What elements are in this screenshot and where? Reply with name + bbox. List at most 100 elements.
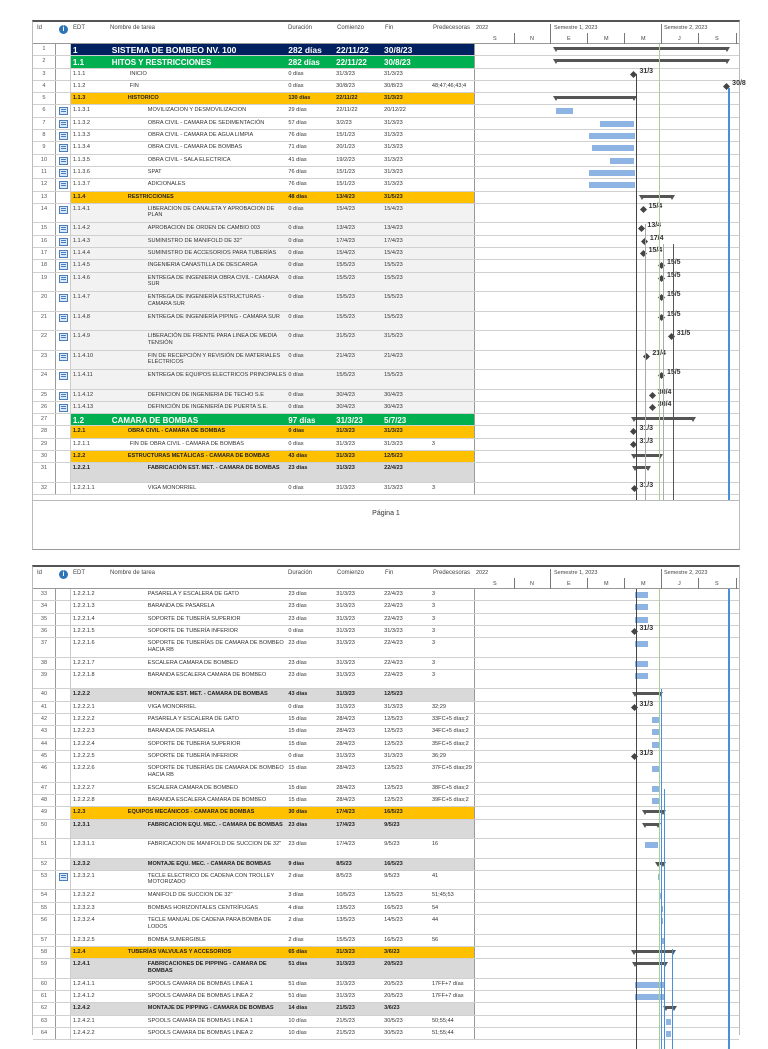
task-name[interactable]: FABRICACION DE MANIFOLD DE SUCCION DE 32…	[108, 839, 288, 858]
task-name[interactable]: ENTREGA DE EQUIPOS ELECTRICOS PRINCIPALE…	[107, 370, 288, 389]
task-name[interactable]: INICIO	[108, 69, 288, 80]
table-row[interactable]: 1 1 SISTEMA DE BOMBEO NV. 100 282 días 22/11…	[33, 44, 739, 57]
task-name[interactable]: RESTRICCIONES	[107, 191, 288, 203]
task-name[interactable]: MONTAJE EQU. MEC. - CAMARA DE BOMBAS	[107, 858, 288, 870]
task-name[interactable]: PASARELA Y ESCALERA DE GATO	[108, 589, 288, 600]
task-name[interactable]: ESCALERA CAMARA DE BOMBEO	[108, 783, 288, 794]
task-bar[interactable]	[665, 1030, 672, 1037]
summary-bar[interactable]	[631, 454, 663, 460]
task-name[interactable]: VIGA MONORRIEL	[108, 483, 288, 494]
task-name[interactable]: DEFINICION DE INGENIERIA DE TECHO S.E	[107, 389, 288, 401]
task-name[interactable]: SPAT	[108, 167, 288, 178]
table-row[interactable]: 41 1.2.2.2.1 VIGA MONORRIEL 0 días 31/3/23 31…	[33, 701, 740, 715]
table-row[interactable]: 35 1.2.2.1.4 SOPORTE DE TUBERÍA SUPERIOR 23…	[33, 613, 740, 626]
task-name[interactable]: FIN DE OBRA CIVIL - CAMARA DE BOMBAS	[108, 439, 288, 450]
task-bar[interactable]	[555, 108, 573, 115]
task-name[interactable]: TECLE ELECTRICO DE CADENA CON TROLLEY MO…	[108, 871, 288, 890]
table-row[interactable]: 15 1.1.4.2 APROBACION DE ORDEN DE CAMBIO 0…	[33, 223, 740, 236]
table-row[interactable]: 9 1.1.3.4 OBRA CIVIL - CAMARA DE BOMBAS 71 …	[33, 142, 740, 155]
summary-bar[interactable]	[641, 822, 662, 828]
task-bar[interactable]	[600, 120, 635, 127]
table-row[interactable]: 22 1.1.4.9 LIBERACIÓN DE FRENTE PARA LINEA…	[33, 330, 740, 351]
table-row[interactable]: 4 1.1.2 FIN 0 días 30/8/23 30/8/23 48;47;46;43…	[33, 80, 746, 94]
task-name[interactable]: BARANDA ESCALERA CAMARA DE BOMBEO	[108, 670, 288, 689]
task-name[interactable]: LIBERACION DE CANALETA Y APROBACION DE P…	[107, 203, 288, 223]
summary-bar[interactable]	[639, 194, 675, 200]
table-row[interactable]: 39 1.2.2.1.8 BARANDA ESCALERA CAMARA DE BO…	[33, 669, 740, 690]
table-row[interactable]: 33 1.2.2.1.2 PASARELA Y ESCALERA DE GATO 23…	[33, 589, 740, 602]
task-name[interactable]: SPOOLS CAMARA DE BOMBAS LINEA 1	[108, 979, 288, 990]
table-row[interactable]: 28 1.2.1 OBRA CIVIL - CAMARA DE BOMBAS 0 dí…	[33, 426, 739, 439]
table-row[interactable]: 31 1.2.2.1 FABRICACIÓN EST. MET. - CAMARA …	[33, 463, 740, 483]
task-name[interactable]: EQUIPOS MECÁNICOS - CAMARA DE BOMBAS	[107, 807, 288, 819]
table-row[interactable]: 20 1.1.4.7 ENTREGA DE INGENIERÍA ESTRUCTUR…	[33, 291, 740, 312]
task-name[interactable]: HITOS Y RESTRICCIONES	[107, 56, 288, 68]
task-name[interactable]: BOMBA SUMERGIBLE	[108, 935, 288, 946]
table-row[interactable]: 11 1.1.3.6 SPAT 76 días 15/1/23 31/3/23	[33, 166, 740, 180]
task-name[interactable]: SOPORTE DE TUBERÍAS DE CAMARA DE BOMBEO …	[108, 763, 288, 782]
task-name[interactable]: DEFINICIÓN DE INGENIERÍA DE PUERTA S.E.	[107, 401, 288, 414]
task-name[interactable]: SOPORTE DE TUBERÍA SUPERIOR	[108, 614, 288, 625]
summary-bar[interactable]	[552, 47, 731, 52]
table-row[interactable]: 7 1.1.3.2 OBRA CIVIL - CAMARA DE SEDIMENTA…	[33, 117, 740, 131]
table-row[interactable]: 63 1.2.4.2.1 SPOOLS CAMARA DE BOMBAS LINEA…	[33, 1015, 740, 1028]
table-row[interactable]: 23 1.1.4.10 FIN DE RECEPCIÓN Y REVISIÓN DE…	[33, 350, 740, 371]
table-row[interactable]: 25 1.1.4.12 DEFINICION DE INGENIERIA DE TE…	[33, 389, 740, 402]
task-name[interactable]: TECLE MANUAL DE CADENA PARA BOMBA DE LOD…	[108, 915, 288, 934]
task-name[interactable]: SOPORTE DE TUBERÍA INFERIOR	[108, 626, 288, 637]
table-row[interactable]: 45 1.2.2.2.5 SOPORTE DE TUBERÍA INFERIOR 0 …	[33, 750, 740, 764]
table-row[interactable]: 55 1.2.3.2.3 BOMBAS HORIZONTALES CENTRÍFUG…	[33, 902, 740, 916]
table-row[interactable]: 42 1.2.2.2.2 PASARELA Y ESCALERA DE GATO 15…	[33, 714, 740, 727]
table-row[interactable]: 49 1.2.3 EQUIPOS MECÁNICOS - CAMARA DE BOM…	[33, 807, 739, 820]
task-name[interactable]: LIBERACIÓN DE FRENTE PARA LINEA DE MEDIA…	[107, 331, 288, 350]
table-row[interactable]: 46 1.2.2.2.6 SOPORTE DE TUBERÍAS DE CAMARA…	[33, 763, 740, 783]
task-name[interactable]: FABRICACIONES DE PIPPING - CAMARA DE BOM…	[107, 959, 288, 978]
table-row[interactable]: 61 1.2.4.1.2 SPOOLS CAMARA DE BOMBAS LINEA…	[33, 990, 740, 1004]
table-row[interactable]: 6 1.1.3.1 MOVILIZACION Y DESMOVILIZACION 29…	[33, 105, 740, 118]
table-row[interactable]: 21 1.1.4.8 ENTREGA DE INGENIERÍA PIPING - …	[33, 311, 740, 332]
task-name[interactable]: MONTAJE DE PIPPING - CAMARA DE BOMBAS	[107, 1003, 288, 1015]
task-name[interactable]: HISTORICO	[107, 93, 288, 105]
task-name[interactable]: MANIFOLD DE SUCCION DE 32"	[108, 890, 288, 901]
table-row[interactable]: 3 1.1.1 INICIO 0 días 31/3/23 31/3/23 31/3	[33, 68, 739, 81]
table-row[interactable]: 34 1.2.2.1.3 BARANDA DE PASARELA 23 días 31/…	[33, 601, 740, 614]
task-name[interactable]: SPOOLS CAMARA DE BOMBAS LINEA 2	[108, 991, 288, 1002]
task-bar[interactable]	[591, 145, 635, 152]
table-row[interactable]: 54 1.2.3.2.2 MANIFOLD DE SUCCION DE 32" 3 d…	[33, 890, 740, 903]
table-row[interactable]: 50 1.2.3.1 FABRICACION EQU. MEC. - CAMARA …	[33, 819, 740, 840]
table-row[interactable]: 53 1.2.3.2.1 TECLE ELECTRICO DE CADENA CON…	[33, 870, 740, 891]
table-row[interactable]: 59 1.2.4.1 FABRICACIONES DE PIPPING - CAMA…	[33, 959, 740, 979]
task-name[interactable]: BARANDA DE PASARELA	[108, 601, 288, 612]
table-row[interactable]: 24 1.1.4.11 ENTREGA DE EQUIPOS ELECTRICOS …	[33, 369, 740, 390]
table-row[interactable]: 44 1.2.2.2.4 SOPORTE DE TUBERIA SUPERIOR 15…	[33, 738, 740, 751]
task-name[interactable]: OBRA CIVIL - CAMARA DE BOMBAS	[108, 142, 288, 153]
table-row[interactable]: 64 1.2.4.2.2 SPOOLS CAMARA DE BOMBAS LINEA…	[33, 1027, 740, 1041]
task-name[interactable]: MOVILIZACION Y DESMOVILIZACION	[108, 105, 288, 116]
milestone-marker[interactable]	[648, 391, 656, 399]
task-bar[interactable]	[588, 182, 635, 189]
task-name[interactable]: BARANDA ESCALERA CAMARA DE BOMBEO	[108, 795, 288, 806]
table-row[interactable]: 37 1.2.2.1.6 SOPORTE DE TUBERÍAS DE CAMARA…	[33, 638, 740, 658]
table-row[interactable]: 2 1.1 HITOS Y RESTRICCIONES 282 días 22/11/2…	[33, 56, 739, 69]
task-name[interactable]: ENTREGA DE INGENIERIA OBRA CIVIL - CAMAR…	[107, 272, 288, 292]
table-row[interactable]: 26 1.1.4.13 DEFINICIÓN DE INGENIERÍA DE PU…	[33, 401, 740, 415]
task-name[interactable]: FABRICACION EQU. MEC. - CAMARA DE BOMBAS	[107, 819, 288, 839]
summary-bar[interactable]	[631, 949, 677, 955]
task-name[interactable]: CAMARA DE BOMBAS	[107, 414, 288, 426]
task-name[interactable]: SOPORTE DE TUBERÍAS DE CAMARA DE BOMBEO …	[108, 638, 288, 657]
table-row[interactable]: 52 1.2.3.2 MONTAJE EQU. MEC. - CAMARA DE B…	[33, 858, 740, 871]
task-name[interactable]: BOMBAS HORIZONTALES CENTRÍFUGAS	[108, 903, 288, 914]
task-name[interactable]: FABRICACIÓN EST. MET. - CAMARA DE BOMBAS	[107, 463, 288, 482]
table-row[interactable]: 36 1.2.2.1.5 SOPORTE DE TUBERÍA INFERIOR 0 …	[33, 625, 740, 639]
table-row[interactable]: 14 1.1.4.1 LIBERACION DE CANALETA Y APROBA…	[33, 203, 740, 224]
task-name[interactable]: SUMINISTRO DE ACCESORIOS PARA TUBERÍAS	[107, 247, 288, 260]
table-row[interactable]: 38 1.2.2.1.7 ESCALERA CAMARA DE BOMBEO 23 d…	[33, 657, 740, 670]
milestone-marker[interactable]	[639, 205, 647, 213]
task-name[interactable]: ESTRUCTURAS METÁLICAS - CAMARA DE BOMBAS	[107, 451, 288, 463]
table-row[interactable]: 62 1.2.4.2 MONTAJE DE PIPPING - CAMARA DE …	[33, 1003, 740, 1016]
task-bar[interactable]	[644, 842, 659, 849]
table-row[interactable]: 19 1.1.4.6 ENTREGA DE INGENIERIA OBRA CIVI…	[33, 272, 740, 293]
task-name[interactable]: SOPORTE DE TUBERIA SUPERIOR	[108, 739, 288, 750]
task-name[interactable]: TUBERÍAS VALVULAS Y ACCESORIOS	[107, 946, 288, 959]
task-name[interactable]: SPOOLS CAMARA DE BOMBAS LINEA 2	[108, 1028, 288, 1039]
